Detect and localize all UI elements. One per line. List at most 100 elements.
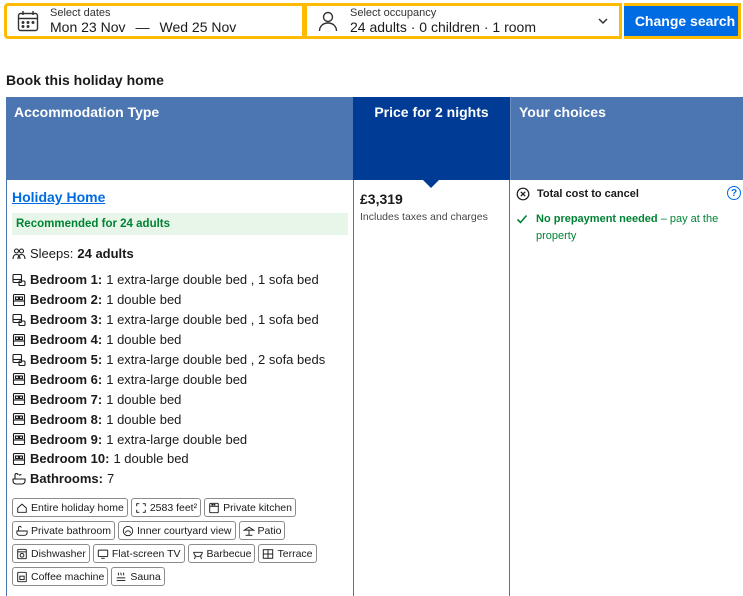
sleeps-value: 24 adults — [77, 246, 134, 261]
bedroom-row: Bedroom 10: 1 double bed — [12, 449, 325, 469]
prepayment-info: No prepayment needed – pay at the proper… — [516, 211, 731, 245]
bedroom-beds: 1 double bed — [106, 292, 182, 308]
facility-chip: Entire holiday home — [12, 498, 128, 517]
facility-label: Barbecue — [206, 547, 252, 560]
bedroom-label: Bedroom 8: — [30, 411, 103, 427]
date-picker[interactable]: Select dates Mon 23 Nov — Wed 25 Nov — [4, 3, 305, 39]
bedroom-label: Bedroom 7: — [30, 391, 103, 407]
cancel-policy: Total cost to cancel — [516, 187, 639, 201]
floor-area-icon — [136, 502, 146, 513]
facility-label: Inner courtyard view — [136, 524, 232, 537]
bed-icon — [12, 333, 26, 347]
patio-icon — [242, 526, 255, 536]
bath-icon — [12, 472, 26, 486]
room-table: Accommodation Type Price for 2 nights Yo… — [6, 97, 743, 596]
facility-label: Private kitchen — [223, 501, 292, 514]
facilities-row: Private bathroom Inner courtyard view Pati… — [12, 521, 352, 540]
section-title: Book this holiday home — [6, 72, 164, 88]
bedroom-row: Bedroom 5: 1 extra-large double bed , 2 s… — [12, 350, 325, 370]
bedroom-label: Bedroom 5: — [30, 352, 103, 367]
choices-cell: Total cost to cancel ? No prepayment nee… — [509, 180, 743, 596]
help-icon[interactable]: ? — [727, 186, 741, 200]
terrace-icon — [263, 548, 274, 559]
bedroom-beds: 1 extra-large double bed — [106, 431, 248, 447]
calendar-icon — [17, 11, 39, 32]
sleeps-label: Sleeps: — [30, 246, 74, 261]
dates-label: Select dates — [50, 6, 111, 19]
people-icon — [12, 247, 26, 259]
header-accommodation-type: Accommodation Type — [6, 97, 353, 180]
facility-chip: Private bathroom — [12, 521, 115, 540]
bed-sofa-icon — [12, 353, 26, 367]
prepay-bold: No prepayment needed — [536, 213, 658, 225]
bed-sofa-icon — [12, 313, 26, 327]
search-bar: Select dates Mon 23 Nov — Wed 25 Nov Selec… — [4, 3, 743, 40]
dates-value: Mon 23 Nov — Wed 25 Nov — [50, 19, 236, 35]
bathroom-icon — [16, 525, 28, 536]
sleeps-row: Sleeps: 24 adults — [12, 246, 134, 261]
bed-icon — [12, 432, 26, 446]
facility-chip: Dishwasher — [12, 544, 90, 563]
facility-label: Patio — [257, 524, 282, 537]
bathrooms-row: Bathrooms: 7 — [12, 469, 325, 489]
courtyard-view-icon — [122, 525, 134, 536]
occupancy-label: Select occupancy — [350, 6, 437, 19]
bedroom-row: Bedroom 6: 1 extra-large double bed — [12, 369, 325, 389]
header-price: Price for 2 nights — [353, 97, 510, 188]
bed-icon — [12, 412, 26, 426]
facility-chip: Sauna — [111, 567, 165, 586]
bedroom-row: Bedroom 8: 1 double bed — [12, 409, 325, 429]
bed-icon — [12, 372, 26, 386]
bed-icon — [12, 452, 26, 466]
facility-label: 2583 feet² — [149, 501, 198, 514]
bedroom-beds: 1 double bed — [106, 391, 182, 407]
bedroom-beds: 1 double bed — [106, 332, 182, 348]
home-icon — [17, 503, 27, 513]
recommended-badge: Recommended for 24 adults — [12, 213, 348, 235]
tv-icon — [97, 549, 109, 559]
kitchen-icon — [209, 502, 219, 513]
check-out-date: Wed 25 Nov — [159, 19, 237, 36]
bedroom-label: Bedroom 2: — [30, 292, 103, 308]
change-search-button[interactable]: Change search — [624, 3, 741, 39]
bedroom-label: Bedroom 9: — [30, 431, 103, 447]
facility-label: Private bathroom — [31, 524, 111, 537]
bedroom-row: Bedroom 9: 1 extra-large double bed — [12, 429, 325, 449]
bedroom-beds: 1 extra-large double bed — [106, 371, 248, 387]
header-your-choices: Your choices — [510, 97, 743, 180]
bedroom-row: Bedroom 1: 1 extra-large double bed , 1 s… — [12, 270, 325, 290]
barbecue-icon — [192, 551, 203, 559]
check-icon — [516, 214, 528, 224]
bedroom-label: Bedroom 10: — [30, 451, 110, 467]
facility-chip: Flat-screen TV — [92, 544, 185, 563]
facility-chip: Patio — [238, 521, 286, 540]
facility-label: Sauna — [130, 570, 161, 583]
facilities-row: Dishwasher Flat-screen TV Barbecue Terrace — [12, 544, 352, 563]
bed-icon — [12, 392, 26, 406]
bedroom-beds: 1 extra-large double bed , 2 sofa beds — [106, 352, 326, 367]
bedroom-label: Bedroom 4: — [30, 332, 103, 348]
facility-label: Terrace — [277, 547, 313, 560]
facility-label: Entire holiday home — [31, 501, 124, 514]
date-dash: — — [135, 19, 150, 36]
bedroom-label: Bedroom 6: — [30, 371, 103, 387]
dishwasher-icon — [17, 548, 27, 559]
check-in-date: Mon 23 Nov — [50, 19, 126, 36]
bedroom-beds: 1 double bed — [106, 411, 182, 427]
bedroom-beds: 1 extra-large double bed , 1 sofa bed — [106, 272, 319, 288]
occupancy-picker[interactable]: Select occupancy 24 adults · 0 children … — [304, 3, 622, 39]
facility-chip: Terrace — [258, 544, 317, 563]
accommodation-cell: Holiday Home Recommended for 24 adults S… — [6, 180, 353, 596]
bed-sofa-icon — [12, 273, 26, 287]
bathrooms-value: 7 — [106, 471, 115, 487]
facility-label: Flat-screen TV — [111, 547, 181, 560]
room-name-link[interactable]: Holiday Home — [12, 189, 105, 205]
facility-chip: Coffee machine — [12, 567, 109, 586]
facility-chip: 2583 feet² — [130, 498, 202, 517]
cancel-text: Total cost to cancel — [537, 188, 639, 200]
facilities-list: Entire holiday home 2583 feet² Private kit… — [12, 498, 352, 590]
bed-icon — [12, 293, 26, 307]
bedroom-label: Bedroom 1: — [30, 272, 103, 288]
bedroom-beds: 1 extra-large double bed , 1 sofa bed — [106, 312, 319, 328]
facilities-row: Coffee machine Sauna — [12, 567, 352, 586]
